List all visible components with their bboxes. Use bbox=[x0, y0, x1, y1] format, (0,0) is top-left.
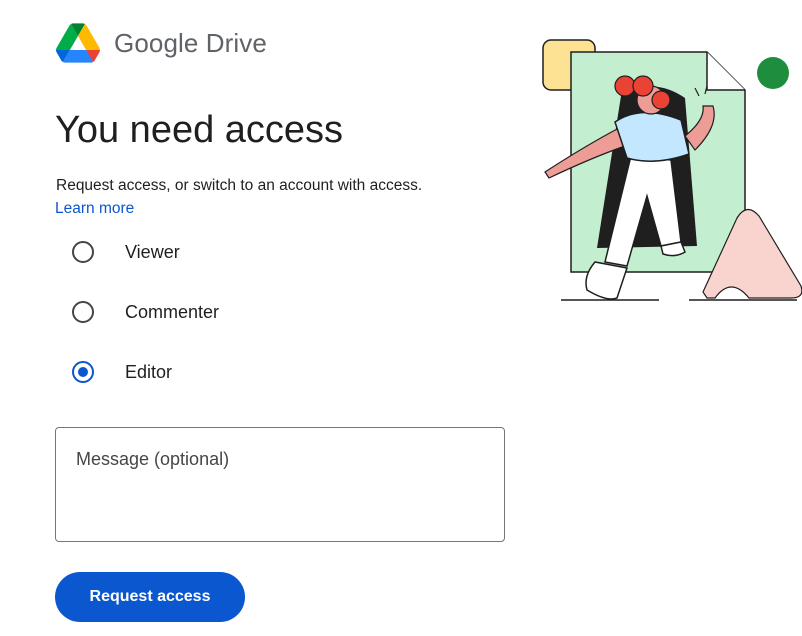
person-entering-document-illustration bbox=[542, 39, 802, 301]
learn-more-link[interactable]: Learn more bbox=[55, 199, 134, 219]
role-option-commenter[interactable]: Commenter bbox=[72, 301, 219, 323]
role-option-viewer[interactable]: Viewer bbox=[72, 241, 180, 263]
page-title: You need access bbox=[55, 109, 344, 151]
message-input[interactable] bbox=[55, 427, 505, 542]
viewer-radio-button[interactable] bbox=[72, 241, 94, 263]
request-access-button[interactable]: Request access bbox=[55, 572, 245, 622]
viewer-label: Viewer bbox=[125, 241, 180, 262]
editor-radio-button[interactable] bbox=[72, 361, 94, 383]
commenter-label: Commenter bbox=[125, 301, 220, 322]
brand-header: Google Drive bbox=[56, 22, 267, 64]
editor-label: Editor bbox=[125, 361, 173, 382]
commenter-radio-button[interactable] bbox=[72, 301, 94, 323]
brand-name: Google Drive bbox=[114, 27, 267, 58]
role-option-editor[interactable]: Editor bbox=[72, 361, 172, 383]
access-request-page: Google Drive You need access Request acc… bbox=[0, 0, 802, 636]
google-drive-logo-icon bbox=[56, 23, 100, 63]
page-subtitle: Request access, or switch to an account … bbox=[56, 177, 423, 194]
